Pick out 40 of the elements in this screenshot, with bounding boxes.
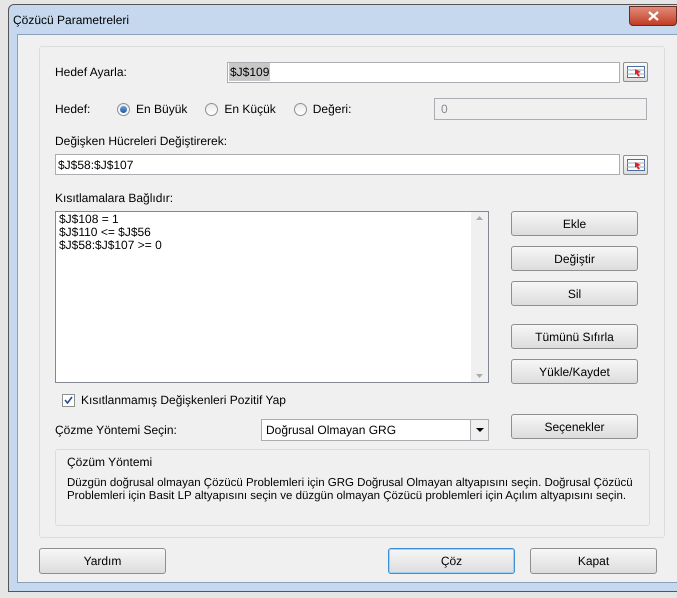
dropdown-arrow-icon — [476, 428, 484, 432]
group-title: Çözüm Yöntemi — [67, 454, 154, 471]
range-select-icon — [626, 66, 644, 78]
close-icon — [648, 10, 658, 20]
field-label: Kısıtlamalara Bağlıdır: — [55, 190, 174, 207]
action-button[interactable]: Yükle/Kaydet — [511, 359, 638, 384]
action-button[interactable]: Sil — [511, 281, 638, 306]
options-button[interactable]: Seçenekler — [511, 414, 638, 439]
action-button[interactable]: Ekle — [511, 211, 638, 236]
checkbox[interactable] — [62, 394, 75, 406]
constraint-item[interactable]: $J$58:$J$107 >= 0 — [59, 239, 468, 252]
dialog-button[interactable]: Yardım — [39, 548, 166, 574]
target-cell-field[interactable]: $J$109 — [227, 62, 620, 82]
method-dropdown[interactable]: Doğrusal Olmayan GRG — [261, 419, 489, 441]
scrollbar[interactable] — [471, 212, 488, 382]
field-label: Çözme Yöntemi Seçin: — [55, 422, 178, 439]
window-title: Çözücü Parametreleri — [13, 12, 130, 28]
scroll-up-icon — [476, 216, 483, 220]
constraints-list[interactable]: $J$108 = 1 $J$110 <= $J$56 $J$58:$J$107 >= 0 — [55, 211, 489, 383]
collapse-dialog-button[interactable] — [623, 154, 648, 174]
field-label: Değişken Hücreleri Değiştirerek: — [55, 133, 228, 150]
radio-label: Değeri: — [312, 101, 352, 118]
radio-label: En Büyük — [136, 101, 188, 118]
check-icon — [64, 396, 73, 404]
action-button[interactable]: Tümünü Sıfırla — [511, 324, 638, 349]
variable-cells-field[interactable]: $J$58:$J$107 — [55, 154, 620, 175]
range-select-icon — [626, 158, 644, 170]
scroll-down-icon — [476, 374, 483, 378]
dialog-button[interactable]: Çöz — [388, 548, 515, 574]
action-button[interactable]: Değiştir — [511, 246, 638, 271]
field-label: Hedef Ayarla: — [55, 64, 128, 81]
radio-label: En Küçük — [224, 101, 276, 118]
collapse-dialog-button[interactable] — [623, 62, 648, 82]
dialog-button[interactable]: Kapat — [530, 548, 657, 574]
description-text: Düzgün doğrusal olmayan Çözücü Problemleri için GRG Doğrusal Olmayan altyapısını seçin. Doğrusal Çözücü Problemleri için Basit LP altyapısını seçin ve düzgün olmayan Çözücü problemleri için Açılım altyapısını seçin. — [67, 477, 634, 503]
constraint-item[interactable]: $J$108 = 1 — [59, 213, 468, 226]
constraint-item[interactable]: $J$110 <= $J$56 — [59, 226, 468, 239]
checkbox-label: Kısıtlanmamış Değişkenleri Pozitif Yap — [81, 392, 286, 409]
close-button[interactable] — [629, 6, 677, 26]
field-label: Hedef: — [55, 101, 92, 118]
